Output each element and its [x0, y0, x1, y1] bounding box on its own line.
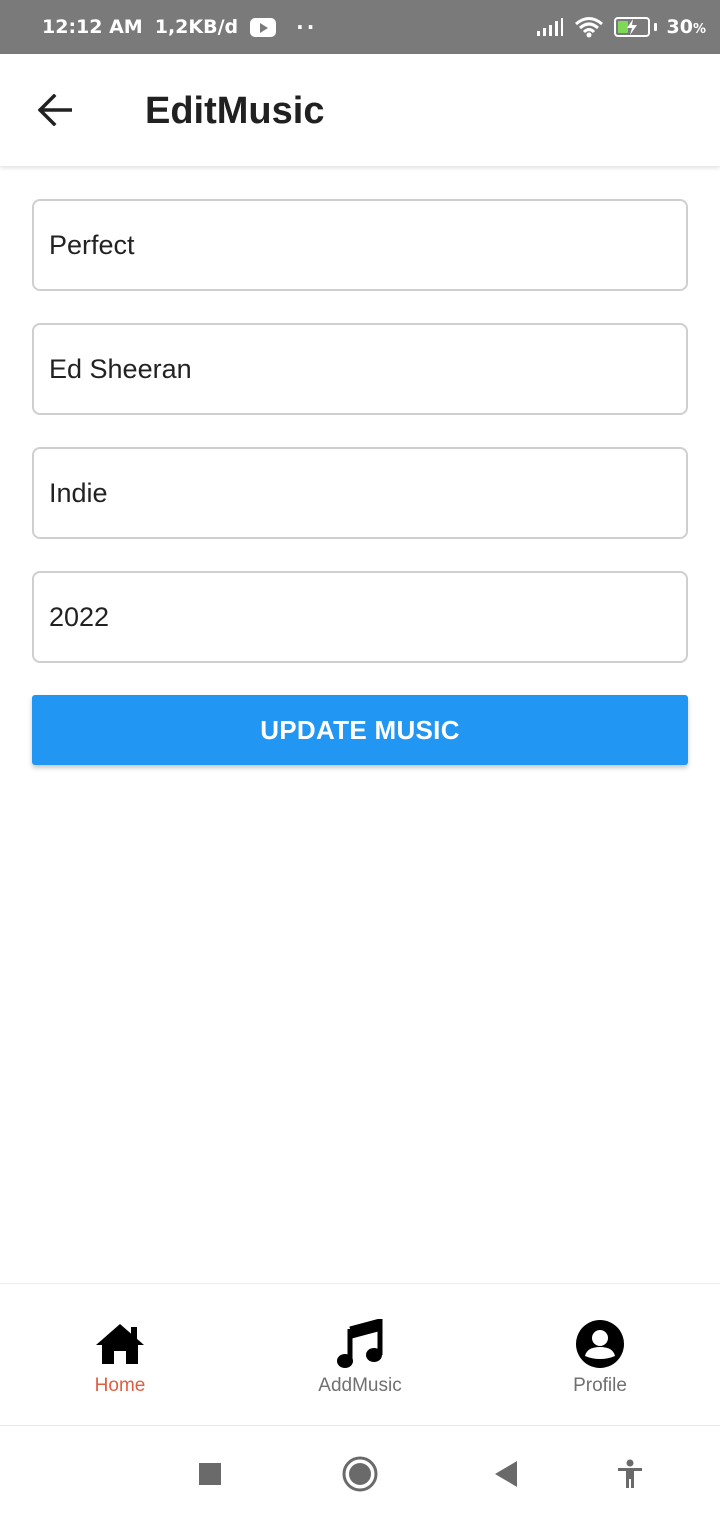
more-notifications-icon: ·· [296, 15, 318, 39]
app-bar: EditMusic [0, 54, 720, 166]
status-right: 30% [536, 16, 706, 38]
genre-field[interactable]: Indie [32, 447, 688, 539]
accessibility-icon [618, 1459, 642, 1488]
battery-percentage: 30% [667, 16, 706, 38]
recents-button[interactable] [186, 1450, 234, 1498]
circle-icon [342, 1456, 378, 1492]
update-music-button[interactable]: UPDATE MUSIC [32, 695, 688, 765]
home-icon [94, 1318, 146, 1370]
nav-label-profile: Profile [573, 1375, 627, 1396]
edit-music-screen: 12:12 AM 1,2KB/d ·· 30% EditMusic Perfec… [0, 0, 720, 1520]
year-field[interactable]: 2022 [32, 571, 688, 663]
battery-tip [653, 23, 657, 31]
status-bar: 12:12 AM 1,2KB/d ·· 30% [0, 0, 720, 54]
status-left: 12:12 AM 1,2KB/d ·· [42, 15, 317, 39]
arrow-left-icon [38, 94, 72, 126]
status-time: 12:12 AM [42, 16, 143, 38]
charging-bolt-icon [626, 19, 637, 35]
nav-item-addmusic[interactable]: AddMusic [260, 1284, 460, 1425]
status-data-rate: 1,2KB/d [154, 16, 239, 38]
nav-item-profile[interactable]: Profile [500, 1284, 700, 1425]
system-navigation-bar [0, 1425, 720, 1520]
battery-body [613, 17, 650, 37]
nav-label-addmusic: AddMusic [318, 1375, 402, 1396]
home-system-button[interactable] [336, 1450, 384, 1498]
account-circle-icon [574, 1318, 626, 1370]
signal-icon [536, 18, 563, 36]
triangle-back-icon [495, 1461, 517, 1487]
artist-field[interactable]: Ed Sheeran [32, 323, 688, 415]
back-system-button[interactable] [482, 1450, 530, 1498]
battery-level: 30 [666, 16, 693, 38]
title-field[interactable]: Perfect [32, 199, 688, 291]
square-icon [199, 1463, 221, 1485]
back-button[interactable] [28, 82, 84, 138]
accessibility-button[interactable] [606, 1450, 654, 1498]
battery-charging-icon [613, 17, 657, 37]
music-note-icon [334, 1318, 386, 1370]
page-title: EditMusic [145, 90, 325, 132]
youtube-icon [250, 17, 277, 37]
battery-unit: % [692, 22, 706, 37]
nav-item-home[interactable]: Home [20, 1284, 220, 1425]
nav-label-home: Home [94, 1375, 146, 1396]
bottom-navigation: Home AddMusic Profile [0, 1283, 720, 1424]
wifi-icon [574, 17, 603, 38]
